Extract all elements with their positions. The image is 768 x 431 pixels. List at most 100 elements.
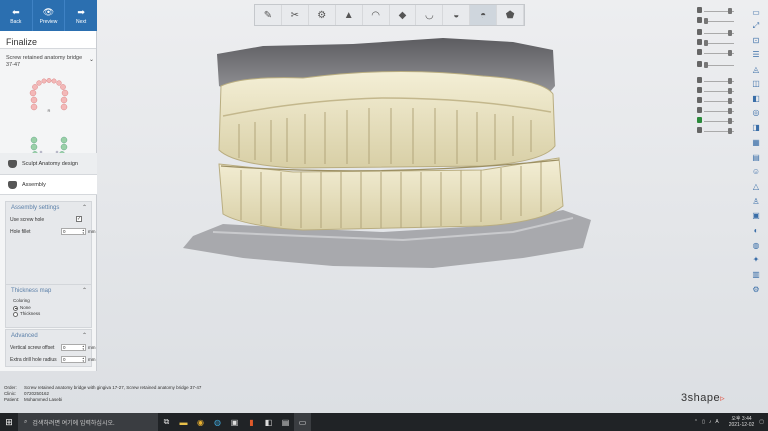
tool-icon[interactable]: ✦ [750, 254, 762, 265]
side-view-icon[interactable]: ◧ [750, 93, 762, 104]
layer-icon [697, 7, 702, 13]
occlusal-plane-icon[interactable]: ⬟ [497, 5, 525, 25]
thickness-map-header[interactable]: Thickness map ⌃ [6, 285, 91, 297]
transparency-slider-4[interactable] [697, 39, 734, 46]
system-tray: ⌃ ▯ ♪ A 오후 3:44 2021-12-02 ▢ [694, 413, 764, 431]
dental-designer-icon[interactable]: ▭ [294, 413, 311, 431]
input-value: 0 [63, 345, 66, 350]
clock[interactable]: 오후 3:44 2021-12-02 [729, 416, 755, 428]
language-indicator[interactable]: A [715, 419, 718, 425]
use-screw-hole-checkbox[interactable]: ✓ [76, 216, 82, 222]
zoom-fit-icon[interactable]: ⊡ [750, 35, 762, 46]
step-sculpt-anatomy[interactable]: Sculpt Anatomy design [0, 153, 97, 174]
transparency-slider-10[interactable] [697, 107, 734, 114]
thickness-map-group: Thickness map ⌃ Coloring None Thickness [5, 284, 92, 328]
step-label: Sculpt Anatomy design [22, 160, 78, 167]
hand-icon [697, 61, 702, 67]
restoration-selector[interactable]: Screw retained anatomy bridge 37-47 ⌄ [6, 55, 94, 69]
bite-view-icon[interactable]: ◒ [443, 5, 471, 25]
volume-icon[interactable]: ♪ [709, 419, 712, 425]
group-title: Assembly settings [11, 205, 60, 211]
back-button[interactable]: ⬅ Back [0, 0, 33, 31]
edge-icon[interactable]: ◍ [209, 413, 226, 431]
hole-fillet-input[interactable]: 0 ▴ ▾ [61, 228, 86, 235]
store-icon[interactable]: ▣ [226, 413, 243, 431]
notification-icon[interactable]: ▢ [759, 419, 764, 425]
next-button[interactable]: ➡ Next [65, 0, 97, 31]
assembly-settings-header[interactable]: Assembly settings ⌃ [6, 202, 91, 214]
patient-value: Mohammed Lasebi [24, 397, 63, 402]
coloring-option-thickness[interactable]: Thickness [6, 311, 91, 317]
app-icon[interactable]: ◧ [260, 413, 277, 431]
warning-icon[interactable]: △ [750, 181, 762, 192]
transparency-slider-11[interactable] [697, 117, 734, 124]
network-icon[interactable]: ▯ [702, 419, 705, 425]
extra-drill-hole-radius-input[interactable]: 0 ▴ ▾ [61, 356, 86, 363]
restore-view-icon[interactable]: ▭ [750, 7, 762, 18]
radio-unselected[interactable] [13, 311, 18, 317]
tooth-view-icon[interactable]: ◡ [416, 5, 444, 25]
taskbar-search[interactable]: ⌕ 검색하려면 여기에 입력하십시오. [18, 413, 158, 431]
occlusal-view-icon[interactable]: ◎ [750, 107, 762, 118]
screenshot-icon[interactable]: ▣ [750, 210, 762, 221]
ruler-icon[interactable]: ▥ [750, 269, 762, 280]
hole-fillet-label: Hole fillet [10, 229, 31, 235]
unit-label: mm [88, 357, 96, 362]
extra-drill-hole-radius-label: Extra drill hole radius [10, 357, 57, 363]
crown-view-icon[interactable]: ◠ [363, 5, 390, 25]
radio-selected[interactable] [13, 305, 18, 311]
person-icon[interactable]: ♙ [750, 196, 762, 207]
gingiva-view-icon[interactable]: ◆ [390, 5, 417, 25]
transparency-slider-5[interactable] [697, 49, 734, 56]
transparency-slider-6[interactable] [697, 61, 734, 68]
group-title: Thickness map [11, 288, 52, 294]
transparency-slider-7[interactable] [697, 77, 734, 84]
bottom-view-icon[interactable]: ◨ [750, 122, 762, 133]
transparency-slider-8[interactable] [697, 87, 734, 94]
implant-icon[interactable]: ▲ [336, 5, 363, 25]
spin-arrows-icon[interactable]: ▴ ▾ [82, 357, 84, 363]
advanced-group: Advanced ⌃ Vertical screw offset 0 ▴ ▾ mm… [5, 329, 96, 367]
shutter-icon[interactable]: ☰ [750, 49, 762, 60]
full-arch-view-icon[interactable]: ◓ [470, 5, 498, 25]
preview-label: Preview [39, 18, 58, 25]
settings-icon[interactable]: ⚙ [750, 284, 762, 295]
transparency-slider-9[interactable] [697, 97, 734, 104]
dental-model-viewport[interactable] [183, 36, 603, 286]
file-explorer-icon[interactable]: ▬ [175, 413, 192, 431]
fullscreen-icon[interactable]: ⤢ [750, 20, 762, 31]
app-icon[interactable]: ▤ [277, 413, 294, 431]
unit-label: mm [88, 229, 96, 234]
transparency-slider-12[interactable] [697, 127, 734, 134]
measure-icon[interactable]: ◐ [750, 225, 762, 236]
app-window: ⬅ Back 👁 Preview ➡ Next Finalize Screw r… [0, 0, 768, 413]
office-icon[interactable]: ▮ [243, 413, 260, 431]
windows-start-icon[interactable]: ⊞ [0, 413, 18, 431]
sculpt-tool-icon[interactable]: ✎ [255, 5, 282, 25]
front-view-icon[interactable]: ◫ [750, 78, 762, 89]
task-view-icon[interactable]: ⧉ [158, 413, 175, 431]
clip-plane-icon[interactable]: ▦ [750, 137, 762, 148]
transparency-slider-2[interactable] [697, 17, 734, 24]
jaw-view-icon[interactable]: ◬ [750, 64, 762, 75]
preview-button[interactable]: 👁 Preview [33, 0, 66, 31]
vertical-screw-offset-input[interactable]: 0 ▴ ▾ [61, 344, 86, 351]
view-toolbar: ✎ ✂ ⚙ ▲ ◠ ◆ ◡ ◒ ◓ ⬟ [254, 4, 525, 26]
grid-icon[interactable]: ▤ [750, 152, 762, 163]
chevron-up-icon[interactable]: ⌃ [694, 419, 698, 425]
step-assembly[interactable]: Assembly [0, 174, 97, 195]
order-info: Order: Screw retained anatomy bridge with… [4, 385, 201, 403]
wax-knife-icon[interactable]: ✂ [282, 5, 309, 25]
spin-arrows-icon[interactable]: ▴ ▾ [82, 345, 84, 351]
chrome-icon[interactable]: ◉ [192, 413, 209, 431]
brand-logo: 3shape▹ [681, 392, 725, 404]
transparency-slider-1[interactable] [697, 7, 734, 14]
screw-icon[interactable]: ⚙ [309, 5, 336, 25]
transparency-slider-3[interactable] [697, 29, 734, 36]
advanced-header[interactable]: Advanced ⌃ [6, 330, 91, 342]
clock-date: 2021-12-02 [728, 422, 755, 428]
face-icon[interactable]: ☺ [750, 166, 762, 177]
layer-icon [697, 77, 702, 83]
spin-arrows-icon[interactable]: ▴ ▾ [82, 229, 84, 235]
color-icon[interactable]: ◍ [750, 240, 762, 251]
